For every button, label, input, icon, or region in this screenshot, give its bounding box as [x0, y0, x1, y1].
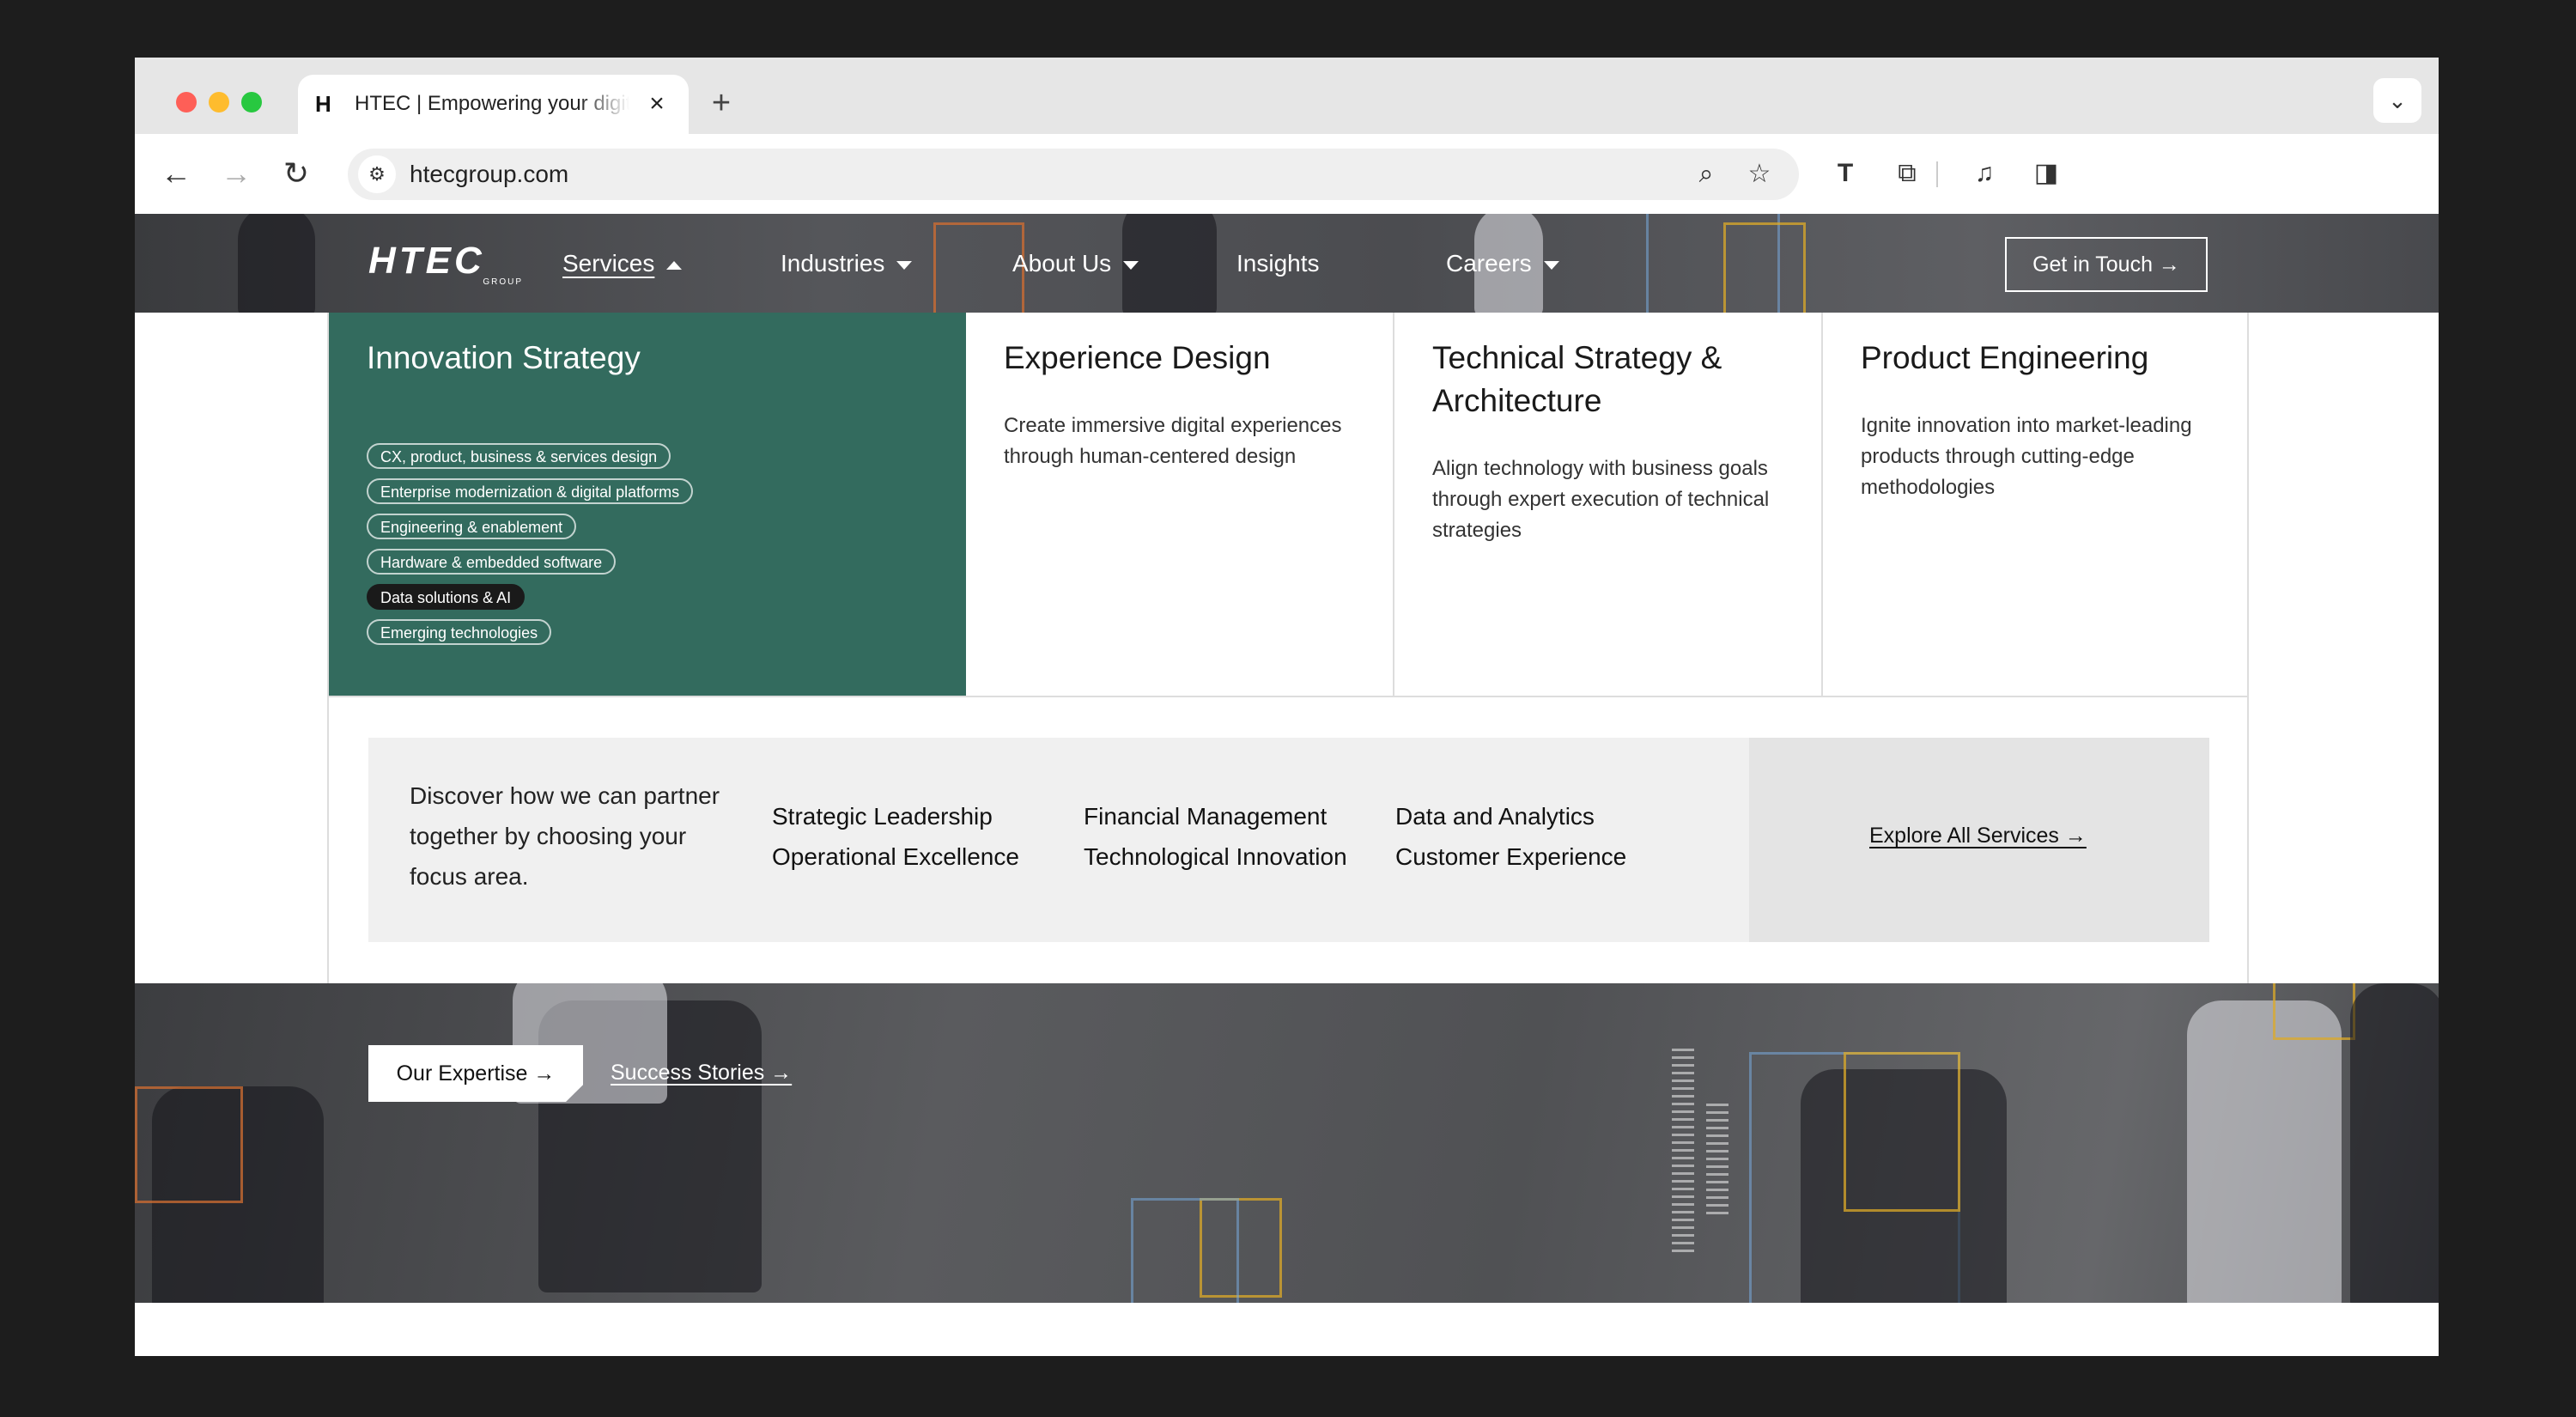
success-stories-link[interactable]: Success Stories →	[611, 1061, 792, 1086]
tab-strip: H HTEC | Empowering your digital × + ⌄	[135, 58, 2439, 134]
hero-image	[1723, 222, 1806, 313]
card-title: Experience Design	[1004, 340, 1271, 375]
site-info-icon[interactable]: ⚙	[358, 155, 396, 193]
caret-down-icon	[1123, 260, 1139, 270]
card-title: Innovation Strategy	[367, 340, 641, 375]
translate-icon[interactable]: T	[1826, 155, 1864, 192]
focus-area-band: Discover how we can partner together by …	[368, 738, 2209, 942]
focus-link[interactable]: Customer Experience	[1395, 836, 1626, 877]
nav-about-us[interactable]: About Us	[1012, 245, 1139, 283]
page-footer	[135, 1303, 2439, 1356]
zoom-window-button[interactable]	[241, 92, 262, 113]
tab-title: HTEC | Empowering your digital	[355, 88, 629, 119]
hero-image	[1706, 1104, 1728, 1215]
card-description: Create immersive digital experiences thr…	[1004, 414, 1342, 468]
card-title: Technical Strategy & Architecture	[1432, 340, 1722, 418]
our-expertise-button[interactable]: Our Expertise →	[368, 1045, 583, 1102]
nav-industries[interactable]: Industries	[781, 245, 913, 283]
chip-selected[interactable]: Data solutions & AI	[367, 584, 526, 610]
close-window-button[interactable]	[176, 92, 197, 113]
chip[interactable]: Enterprise modernization & digital platf…	[367, 478, 694, 504]
nav-careers[interactable]: Careers	[1446, 245, 1559, 283]
side-panel-icon[interactable]: ◨	[2027, 155, 2065, 192]
browser-toolbar: ← → ↻ ⚙ htecgroup.com ⌕ ☆ T ⧉ ♫ ◨	[135, 134, 2439, 214]
caret-up-icon	[666, 260, 683, 270]
new-tab-button[interactable]: +	[702, 83, 741, 123]
zoom-icon[interactable]: ⌕	[1687, 155, 1725, 193]
browser-window: H HTEC | Empowering your digital × + ⌄ ←…	[135, 58, 2439, 1356]
reload-icon[interactable]: ↻	[274, 151, 319, 196]
favicon-icon: H	[315, 91, 331, 117]
chip[interactable]: Emerging technologies	[367, 619, 552, 645]
tab-search-chevron-icon[interactable]: ⌄	[2373, 78, 2421, 123]
web-page: HTEC GROUP Services Industries About Us …	[135, 214, 2439, 1356]
card-experience-design[interactable]: Experience Design Create immersive digit…	[966, 313, 1394, 697]
toolbar-divider	[1936, 161, 1938, 187]
chip[interactable]: Hardware & embedded software	[367, 549, 617, 575]
hero-image	[1131, 1198, 1239, 1303]
minimize-window-button[interactable]	[209, 92, 229, 113]
caret-down-icon	[1543, 260, 1559, 270]
card-innovation-strategy[interactable]: Innovation Strategy CX, product, busines…	[329, 313, 966, 697]
focus-link[interactable]: Strategic Leadership	[772, 796, 993, 836]
card-product-engineering[interactable]: Product Engineering Ignite innovation in…	[1823, 313, 2247, 697]
hero-background-bottom: Our Expertise → Success Stories →	[135, 983, 2439, 1303]
url-text[interactable]: htecgroup.com	[410, 157, 568, 192]
explore-all-services-link[interactable]: Explore All Services →	[1869, 824, 2087, 848]
chip[interactable]: Engineering & enablement	[367, 514, 577, 539]
explore-panel: Explore All Services →	[1749, 738, 2209, 942]
hero-image	[2350, 983, 2439, 1303]
hero-image	[1672, 1049, 1694, 1255]
browser-tab[interactable]: H HTEC | Empowering your digital ×	[298, 75, 689, 134]
caret-down-icon	[896, 260, 913, 270]
card-technical-strategy[interactable]: Technical Strategy & Architecture Align …	[1394, 313, 1823, 697]
htec-logo[interactable]: HTEC GROUP	[368, 241, 523, 288]
hero-image	[2273, 983, 2355, 1040]
hero-image	[933, 222, 1024, 313]
address-bar[interactable]: ⚙ htecgroup.com ⌕ ☆	[348, 149, 1799, 200]
focus-intro-text: Discover how we can partner together by …	[410, 782, 720, 890]
chip-list: CX, product, business & services design …	[367, 443, 694, 654]
card-title: Product Engineering	[1861, 340, 2149, 375]
focus-link[interactable]: Technological Innovation	[1084, 836, 1347, 877]
hero-image	[1844, 1052, 1960, 1212]
nav-services[interactable]: Services	[562, 245, 683, 283]
focus-link[interactable]: Data and Analytics	[1395, 796, 1595, 836]
focus-link[interactable]: Operational Excellence	[772, 836, 1019, 877]
chip[interactable]: CX, product, business & services design	[367, 443, 671, 469]
nav-insights[interactable]: Insights	[1236, 245, 1320, 283]
forward-arrow-icon[interactable]: →	[214, 151, 258, 196]
focus-link[interactable]: Financial Management	[1084, 796, 1327, 836]
star-icon[interactable]: ☆	[1741, 155, 1778, 193]
card-description: Ignite innovation into market-leading pr…	[1861, 414, 2192, 499]
extensions-icon[interactable]: ⧉	[1888, 155, 1926, 192]
get-in-touch-button[interactable]: Get in Touch →	[2005, 237, 2208, 292]
back-arrow-icon[interactable]: ←	[154, 151, 198, 196]
media-controls-icon[interactable]: ♫	[1965, 155, 2003, 192]
hero-image	[238, 214, 315, 313]
close-icon[interactable]: ×	[641, 88, 672, 119]
services-mega-menu: Innovation Strategy CX, product, busines…	[327, 313, 2249, 983]
hero-image	[2187, 1000, 2342, 1303]
card-description: Align technology with business goals thr…	[1432, 457, 1770, 542]
hero-image	[135, 1086, 243, 1203]
